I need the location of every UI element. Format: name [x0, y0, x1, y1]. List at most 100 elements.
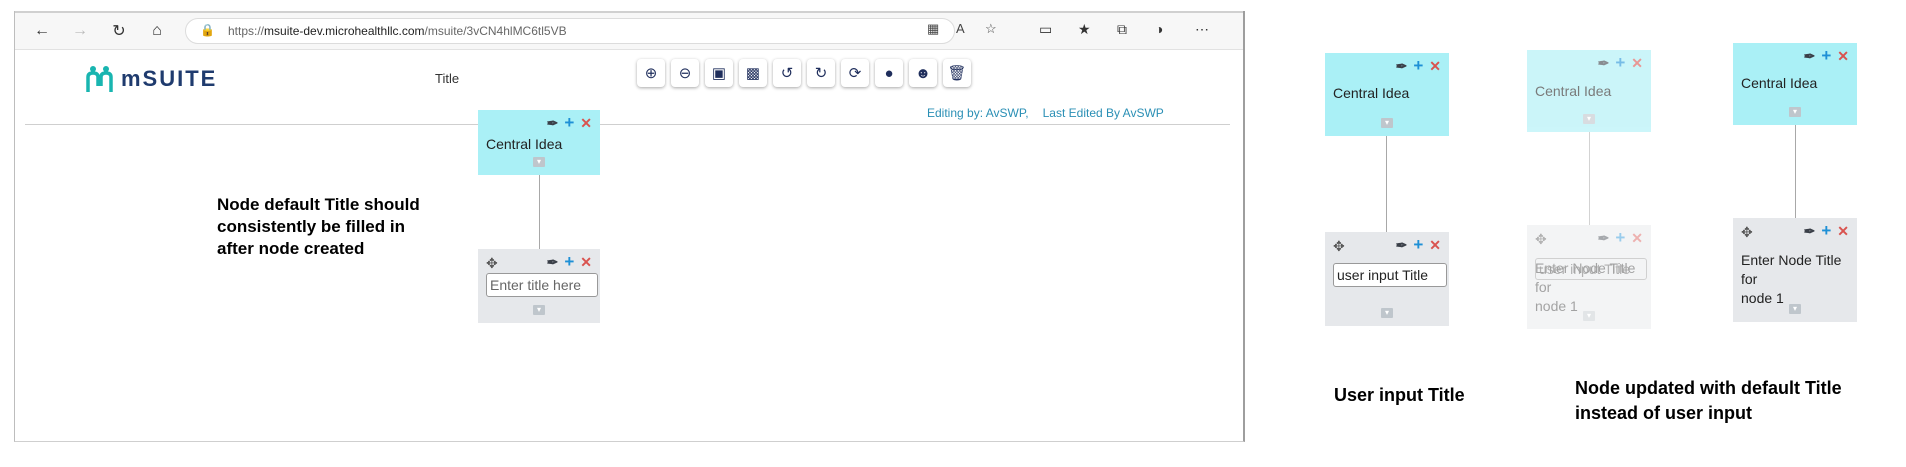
add-node-icon[interactable]: + [564, 253, 574, 270]
panel1-child-node[interactable]: ✥ ✒ + ✕ ▾ [1325, 232, 1449, 326]
panel3-child-node[interactable]: ✥ ✒ + ✕ Enter Node Title for node 1 ▾ [1733, 218, 1857, 322]
color-picker-icon[interactable]: ✒ [547, 255, 559, 269]
collapse-toggle-icon[interactable]: ▾ [1789, 304, 1801, 314]
move-handle-icon[interactable]: ✥ [1535, 231, 1547, 248]
panel1-caption: User input Title [1334, 385, 1465, 405]
add-node-icon[interactable]: + [1413, 57, 1423, 74]
note-line-1: Node default Title should [217, 195, 420, 214]
add-node-icon[interactable]: + [1615, 229, 1625, 246]
panel3-central-node[interactable]: ✒ + ✕ Central Idea ▾ [1733, 43, 1857, 125]
delete-node-icon[interactable]: ✕ [1429, 238, 1441, 252]
node-title-line-1: Enter Node Title for [1741, 252, 1842, 287]
add-node-icon[interactable]: + [1615, 54, 1625, 71]
add-node-icon[interactable]: + [564, 114, 574, 131]
forward-icon[interactable]: → [67, 18, 93, 44]
node-default-title: Enter Node Title for node 1 [1741, 251, 1857, 308]
reader-view-icon[interactable]: ▦ [927, 21, 939, 37]
color-picker-icon[interactable]: ✒ [1598, 231, 1610, 245]
editing-by-text: Editing by: AvSWP, [927, 106, 1029, 120]
node-actions: ✒ + ✕ [547, 114, 592, 131]
delete-node-icon[interactable]: ✕ [580, 116, 592, 130]
comments-button[interactable]: ● [875, 59, 903, 87]
read-aloud-icon[interactable]: A [956, 21, 965, 36]
color-picker-icon[interactable]: ✒ [1804, 49, 1816, 63]
url-host: msuite-dev.microhealthllc.com [264, 24, 425, 38]
color-picker-icon[interactable]: ✒ [1598, 56, 1610, 70]
page-title[interactable]: Title [435, 71, 459, 86]
node-actions: ✒ + ✕ [1598, 54, 1643, 71]
node-title-input[interactable] [1333, 263, 1447, 287]
favorite-add-icon[interactable]: ☆ [985, 21, 997, 37]
add-node-icon[interactable]: + [1821, 222, 1831, 239]
delete-node-icon[interactable]: ✕ [1837, 49, 1849, 63]
delete-node-icon[interactable]: ✕ [1631, 56, 1643, 70]
panel2-child-node[interactable]: ✥ ✒ + ✕ user input Title Enter Node Titl… [1527, 225, 1651, 329]
add-node-icon[interactable]: + [1821, 47, 1831, 64]
collapse-toggle-icon[interactable]: ▾ [533, 157, 545, 167]
node-actions: ✒ + ✕ [1396, 236, 1441, 253]
favorites-icon[interactable]: ★ [1078, 21, 1091, 38]
node-title-input[interactable] [486, 273, 598, 297]
panel-caption-updated: Node updated with default Title instead … [1575, 376, 1842, 426]
export-image-button[interactable]: ▣ [705, 59, 733, 87]
back-icon[interactable]: ← [29, 18, 55, 44]
node-actions: ✒ + ✕ [1804, 47, 1849, 64]
collapse-toggle-icon[interactable]: ▾ [1789, 107, 1801, 117]
browser-window: ← → ↻ ⌂ 🔒 https://msuite-dev.microhealth… [14, 11, 1245, 442]
reset-icon: ⟳ [848, 65, 862, 82]
collapse-toggle-icon[interactable]: ▾ [1583, 311, 1595, 321]
panel1-central-node[interactable]: ✒ + ✕ Central Idea ▾ [1325, 53, 1449, 136]
more-menu-icon[interactable]: ⋯ [1195, 21, 1209, 38]
collapse-toggle-icon[interactable]: ▾ [1381, 308, 1393, 318]
zoom-in-button[interactable]: ⊕ [637, 59, 665, 87]
central-idea-label: Central Idea [1535, 83, 1612, 99]
collapse-toggle-icon[interactable]: ▾ [1583, 114, 1595, 124]
profile-icon[interactable]: ◑ [1155, 21, 1163, 37]
collections-icon[interactable]: ⧉ [1117, 21, 1127, 38]
collapse-toggle-icon[interactable]: ▾ [1381, 118, 1393, 128]
node-connector [1795, 125, 1796, 218]
delete-node-icon[interactable]: ✕ [580, 255, 592, 269]
panel2-central-node[interactable]: ✒ + ✕ Central Idea ▾ [1527, 50, 1651, 132]
browser-toolbar: ← → ↻ ⌂ 🔒 https://msuite-dev.microhealth… [15, 11, 1243, 50]
delete-node-icon[interactable]: ✕ [1837, 224, 1849, 238]
bug-description-note: Node default Title should consistently b… [217, 194, 420, 260]
zoom-out-button[interactable]: ⊖ [671, 59, 699, 87]
add-node-icon[interactable]: + [1413, 236, 1423, 253]
color-picker-icon[interactable]: ✒ [1804, 224, 1816, 238]
central-idea-node[interactable]: ✒ + ✕ Central Idea ▾ [478, 110, 600, 175]
collapse-toggle-icon[interactable]: ▾ [533, 305, 545, 315]
color-picker-icon[interactable]: ✒ [547, 116, 559, 130]
reset-button[interactable]: ⟳ [841, 59, 869, 87]
editing-status: Editing by: AvSWP, Last Edited By AvSWP [927, 106, 1164, 120]
move-handle-icon[interactable]: ✥ [486, 255, 498, 272]
last-edited-text: Last Edited By AvSWP [1042, 106, 1164, 120]
cast-icon[interactable]: ▭ [1039, 21, 1052, 38]
node-default-title: Enter Node Title for node 1 [1535, 259, 1651, 316]
delete-node-icon[interactable]: ✕ [1429, 59, 1441, 73]
central-idea-label: Central Idea [1333, 85, 1410, 101]
central-idea-label: Central Idea [1741, 75, 1818, 91]
note-line-3: after node created [217, 239, 365, 258]
lock-icon: 🔒 [200, 23, 215, 37]
save-button[interactable]: ▩ [739, 59, 767, 87]
address-bar[interactable]: 🔒 https://msuite-dev.microhealthllc.com/… [185, 18, 955, 44]
color-picker-icon[interactable]: ✒ [1396, 238, 1408, 252]
move-handle-icon[interactable]: ✥ [1741, 224, 1753, 241]
color-picker-icon[interactable]: ✒ [1396, 59, 1408, 73]
image-icon: ▣ [711, 65, 727, 82]
node-actions: ✒ + ✕ [1396, 57, 1441, 74]
home-icon[interactable]: ⌂ [144, 18, 170, 44]
trash-icon: 🗑 [947, 65, 967, 82]
delete-button[interactable]: 🗑 [943, 59, 971, 87]
redo-button[interactable]: ↻ [807, 59, 835, 87]
child-node[interactable]: ✥ ✒ + ✕ ▾ [478, 249, 600, 323]
move-handle-icon[interactable]: ✥ [1333, 238, 1345, 255]
refresh-icon[interactable]: ↻ [106, 18, 132, 44]
app-logo[interactable]: mSUITE [85, 63, 217, 95]
share-user-button[interactable]: ☻ [909, 59, 937, 87]
node-title-line-1: Enter Node Title for [1535, 260, 1636, 295]
note-line-2: consistently be filled in [217, 217, 405, 236]
delete-node-icon[interactable]: ✕ [1631, 231, 1643, 245]
undo-button[interactable]: ↺ [773, 59, 801, 87]
